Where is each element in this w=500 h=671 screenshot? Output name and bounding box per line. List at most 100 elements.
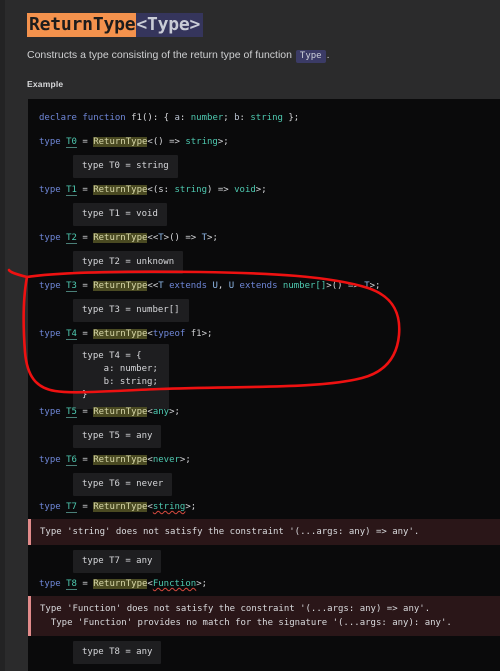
page-title: ReturnType<Type> <box>5 0 500 37</box>
t6-args-type: never <box>152 455 180 465</box>
type-alias-t0[interactable]: T0 <box>66 137 77 148</box>
equals-t0: = <box>76 137 94 147</box>
t3-comma: , <box>217 281 229 291</box>
utility-returntype-t0[interactable]: ReturnType <box>93 137 148 147</box>
t4-function-ref: f1 <box>185 329 202 339</box>
type-alias-t3[interactable]: T3 <box>66 281 77 292</box>
keyword-typeof: typeof <box>152 329 186 339</box>
t3-args-pre: << <box>147 281 159 291</box>
utility-returntype-t7[interactable]: ReturnType <box>93 502 148 512</box>
description-text-after: . <box>326 49 330 61</box>
page-description: Constructs a type consisting of the retu… <box>5 36 500 63</box>
quickinfo-t8: type T8 = any <box>73 640 162 664</box>
keyword-type-t3: type <box>39 281 61 291</box>
keyword-type-t7: type <box>39 502 61 512</box>
page-title-type-parameter: <Type> <box>136 13 204 37</box>
quickinfo-row-t0: type T0 = string <box>28 152 500 180</box>
type-alias-t8[interactable]: T8 <box>66 579 77 590</box>
utility-returntype-t3[interactable]: ReturnType <box>93 281 148 291</box>
t0-args-pre: <() => <box>147 137 186 147</box>
keyword-type-t8: type <box>39 579 61 589</box>
keyword-type-t6: type <box>39 455 61 465</box>
declare-colon-2: : <box>239 113 251 123</box>
utility-returntype-t8[interactable]: ReturnType <box>93 579 148 589</box>
code-line-t3: type T3 = ReturnType<<T extends U, U ext… <box>28 276 500 296</box>
quickinfo-row-t6: type T6 = never <box>28 470 500 498</box>
utility-returntype-t5[interactable]: ReturnType <box>93 407 148 417</box>
t1-args-mid: ) => <box>207 185 235 195</box>
code-line-t4: type T4 = ReturnType<typeof f1>; <box>28 324 500 344</box>
keyword-type-t0: type <box>39 137 61 147</box>
utility-returntype-t1[interactable]: ReturnType <box>93 185 148 195</box>
equals-t7: = <box>76 502 94 512</box>
equals-t3: = <box>76 281 94 291</box>
t7-args-type-error: string <box>152 502 186 512</box>
t0-args-type: string <box>185 137 218 147</box>
t8-args-type-error: Function <box>152 579 197 589</box>
t2-args-mid: >() => <box>163 233 202 243</box>
code-line-declare: declare function f1(): { a: number; b: s… <box>28 108 500 128</box>
t1-args-type2: void <box>234 185 256 195</box>
quickinfo-row-t5: type T5 = any <box>28 422 500 450</box>
t5-args-post: >; <box>169 407 180 417</box>
type-string: string <box>250 113 283 123</box>
keyword-type-t5: type <box>39 407 61 417</box>
keyword-type-t4: type <box>39 329 61 339</box>
page-root: ReturnType<Type> Constructs a type consi… <box>0 0 500 671</box>
declare-close: }; <box>282 113 300 123</box>
description-inline-code: Type <box>295 50 326 63</box>
t2-args-pre: << <box>147 233 159 243</box>
t3-args-post: >; <box>369 281 381 291</box>
t0-args-post: >; <box>217 137 229 147</box>
quickinfo-t7: type T7 = any <box>73 549 162 573</box>
type-alias-t4[interactable]: T4 <box>66 329 77 340</box>
quickinfo-t1: type T1 = void <box>73 202 167 226</box>
utility-returntype-t4[interactable]: ReturnType <box>93 329 148 339</box>
type-alias-t7[interactable]: T7 <box>66 502 77 513</box>
t5-args-type: any <box>152 407 170 417</box>
code-line-t7: type T7 = ReturnType<string>; <box>28 498 500 516</box>
keyword-extends-1: extends <box>163 281 213 291</box>
quickinfo-t6: type T6 = never <box>73 472 173 496</box>
t3-args-mid: >() => <box>326 281 365 291</box>
keyword-extends-2: extends <box>234 281 283 291</box>
quickinfo-t0: type T0 = string <box>73 154 178 178</box>
quickinfo-t4: type T4 = { a: number; b: string; } <box>73 344 169 409</box>
code-line-t0: type T0 = ReturnType<() => string>; <box>28 132 500 152</box>
equals-t1: = <box>76 185 94 195</box>
error-message-t7: Type 'string' does not satisfy the const… <box>28 519 500 545</box>
type-number: number <box>190 113 224 123</box>
code-line-t8: type T8 = ReturnType<Function>; <box>28 575 500 593</box>
code-line-t2: type T2 = ReturnType<<T>() => T>; <box>28 228 500 248</box>
t4-args-post: >; <box>201 329 213 339</box>
code-line-t1: type T1 = ReturnType<(s: string) => void… <box>28 180 500 200</box>
page-content: ReturnType<Type> Constructs a type consi… <box>5 0 500 671</box>
keyword-function: function <box>82 113 126 123</box>
utility-returntype-t2[interactable]: ReturnType <box>93 233 148 243</box>
code-sample-block[interactable]: declare function f1(): { a: number; b: s… <box>28 99 500 671</box>
quickinfo-row-t8: type T8 = any <box>28 638 500 666</box>
t6-args-post: >; <box>179 455 191 465</box>
error-message-t8: Type 'Function' does not satisfy the con… <box>28 596 500 636</box>
type-alias-t1[interactable]: T1 <box>66 185 77 196</box>
t1-args-post: >; <box>255 185 267 195</box>
declare-colon-1: : <box>179 113 191 123</box>
type-alias-t5[interactable]: T5 <box>66 407 77 418</box>
quickinfo-t3: type T3 = number[] <box>73 298 189 322</box>
keyword-declare: declare <box>39 113 77 123</box>
code-line-t6: type T6 = ReturnType<never>; <box>28 450 500 470</box>
type-alias-t6[interactable]: T6 <box>66 455 77 466</box>
t8-args-post: >; <box>196 579 208 589</box>
example-heading: Example <box>27 79 64 89</box>
keyword-type-t1: type <box>39 185 61 195</box>
equals-t8: = <box>76 579 94 589</box>
equals-t6: = <box>76 455 94 465</box>
page-title-name: ReturnType <box>27 13 137 37</box>
utility-returntype-t6[interactable]: ReturnType <box>93 455 148 465</box>
type-alias-t2[interactable]: T2 <box>66 233 77 244</box>
t1-args-pre: <(s: <box>147 185 175 195</box>
quickinfo-t5: type T5 = any <box>73 424 162 448</box>
quickinfo-row-t4: type T4 = { a: number; b: string; } <box>28 344 500 409</box>
equals-t5: = <box>76 407 94 417</box>
quickinfo-row-t2: type T2 = unknown <box>28 248 500 276</box>
